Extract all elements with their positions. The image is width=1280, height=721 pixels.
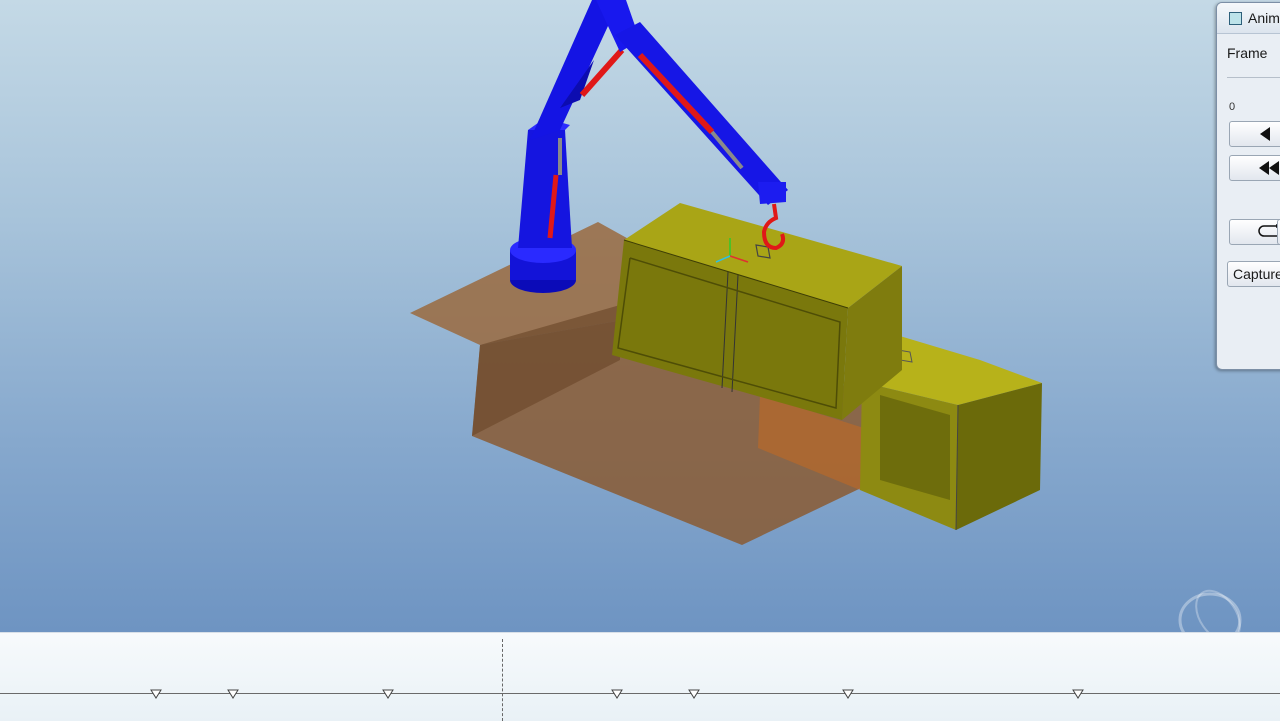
keyframe-marker[interactable] [150, 689, 162, 699]
keyframe-marker[interactable] [1072, 689, 1084, 699]
keyframe-marker[interactable] [842, 689, 854, 699]
dialog-title: Anim [1248, 10, 1280, 26]
app-icon [1229, 11, 1242, 25]
frame-slider[interactable] [1227, 77, 1280, 78]
3d-scene [410, 0, 1042, 545]
step-back-button[interactable] [1229, 121, 1280, 147]
rewind-button[interactable] [1229, 155, 1280, 181]
keyframe-marker[interactable] [227, 689, 239, 699]
frame-value: 0 [1229, 101, 1236, 113]
step-back-icon [1260, 127, 1270, 141]
timeline-track[interactable] [0, 693, 1280, 694]
capture-button[interactable]: Capture [1227, 261, 1280, 287]
frame-label: Frame [1227, 45, 1268, 61]
timeline-cursor[interactable] [502, 639, 503, 721]
graphics-viewport[interactable]: Anim Frame 0 Capture plm [0, 0, 1280, 632]
dialog-titlebar[interactable]: Anim [1217, 3, 1280, 34]
animation-dialog[interactable]: Anim Frame 0 Capture [1216, 2, 1280, 370]
rewind-icon [1259, 161, 1279, 175]
loop-button[interactable] [1229, 219, 1280, 245]
animation-timeline[interactable] [0, 632, 1280, 721]
keyframe-marker[interactable] [611, 689, 623, 699]
keyframe-marker[interactable] [688, 689, 700, 699]
keyframe-marker[interactable] [382, 689, 394, 699]
